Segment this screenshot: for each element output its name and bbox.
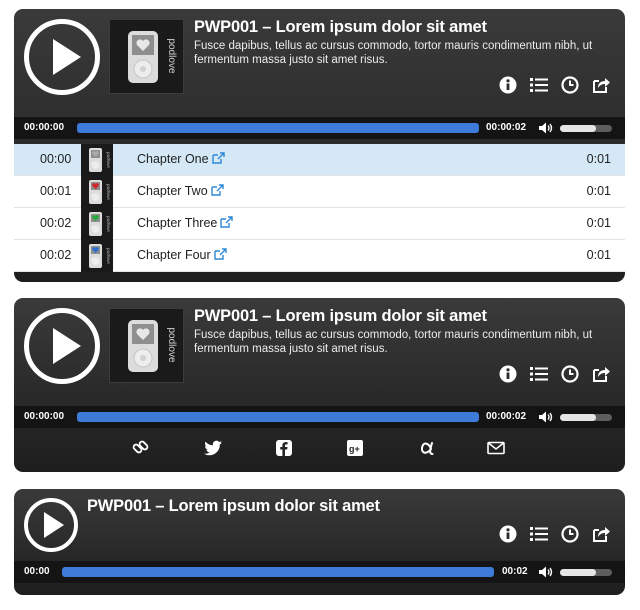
chapters-list-icon[interactable]	[529, 364, 549, 384]
chapter-row[interactable]: 00:02 podlove Chapter Three 0:01	[14, 208, 625, 240]
episode-subtitle: Fusce dapibus, tellus ac cursus commodo,…	[194, 329, 593, 355]
chapter-title-text: Chapter Two	[137, 184, 208, 198]
chapter-duration: 0:01	[586, 184, 611, 198]
chapter-title[interactable]: Chapter Two	[137, 184, 224, 198]
twitter-icon[interactable]	[203, 438, 223, 458]
timebar: 00:00:00 00:00:02	[14, 406, 625, 428]
svg-text:podlove: podlove	[166, 327, 177, 362]
chapters-list-icon[interactable]	[529, 524, 549, 544]
google-plus-icon[interactable]: g+	[345, 438, 365, 458]
clock-icon[interactable]	[560, 75, 580, 95]
volume-icon[interactable]	[538, 121, 554, 135]
chapter-thumbnail: podlove	[81, 208, 113, 240]
info-icon[interactable]	[498, 75, 518, 95]
svg-text:podlove: podlove	[106, 184, 111, 200]
ipod-logo-icon: podlove	[128, 31, 177, 83]
info-icon[interactable]	[498, 364, 518, 384]
chapter-duration: 0:01	[586, 152, 611, 166]
facebook-icon[interactable]	[274, 438, 294, 458]
svg-text:podlove: podlove	[106, 152, 111, 168]
chapter-row[interactable]: 00:02 podlove Chapter Four 0:01	[14, 240, 625, 272]
external-link-icon[interactable]	[220, 216, 234, 228]
progress-bar[interactable]	[62, 567, 494, 577]
link-icon[interactable]	[131, 438, 151, 458]
current-time: 00:00:00	[24, 122, 65, 133]
chapter-title[interactable]: Chapter One	[137, 152, 225, 166]
share-icon[interactable]	[591, 364, 611, 384]
svg-text:g+: g+	[349, 444, 360, 454]
external-link-icon[interactable]	[213, 248, 227, 260]
chapter-row[interactable]: 00:00 podlove Chapter One 0:01	[14, 144, 625, 176]
volume-slider[interactable]	[560, 569, 612, 576]
episode-title: PWP001 – Lorem ipsum dolor sit amet	[194, 18, 487, 36]
play-button[interactable]	[24, 19, 100, 95]
duration-time: 00:00:02	[486, 122, 527, 133]
timebar: 00:00:00 00:00:02	[14, 117, 625, 139]
volume-slider[interactable]	[560, 125, 612, 132]
play-button[interactable]	[24, 498, 78, 552]
play-button[interactable]	[24, 308, 100, 384]
player-toolbar	[498, 524, 611, 544]
podcast-cover-image: podlove	[109, 308, 184, 383]
duration-time: 00:02	[502, 566, 528, 577]
player-toolbar	[498, 75, 611, 95]
progress-bar[interactable]	[77, 123, 479, 133]
podcast-player-with-chapters: podlove PWP001 – Lorem ipsum dolor sit a…	[14, 9, 625, 282]
svg-text:podlove: podlove	[166, 38, 177, 73]
volume-level	[560, 125, 597, 132]
svg-text:podlove: podlove	[106, 248, 111, 264]
progress-bar[interactable]	[77, 412, 479, 422]
volume-icon[interactable]	[538, 565, 554, 579]
external-link-icon[interactable]	[211, 152, 225, 164]
email-icon[interactable]	[486, 438, 506, 458]
play-icon	[53, 328, 81, 364]
app-net-icon[interactable]	[417, 438, 437, 458]
volume-slider[interactable]	[560, 414, 612, 421]
chapter-list: 00:00 podlove Chapter One 0:01 00:01 pod…	[14, 144, 625, 272]
clock-icon[interactable]	[560, 524, 580, 544]
chapter-duration: 0:01	[586, 216, 611, 230]
duration-time: 00:00:02	[486, 411, 527, 422]
podcast-cover-image: podlove	[109, 19, 184, 94]
ipod-logo-icon: podlove	[128, 320, 177, 372]
chapter-thumbnail: podlove	[81, 144, 113, 176]
chapters-list-icon[interactable]	[529, 75, 549, 95]
chapter-title-text: Chapter Three	[137, 216, 218, 230]
volume-level	[560, 414, 597, 421]
current-time: 00:00:00	[24, 411, 65, 422]
chapter-thumbnail: podlove	[81, 176, 113, 208]
play-icon	[44, 512, 64, 538]
chapter-start-time: 00:00	[40, 152, 72, 166]
share-bar: g+	[14, 433, 625, 463]
volume-level	[560, 569, 597, 576]
chapter-start-time: 00:01	[40, 184, 72, 198]
chapter-duration: 0:01	[586, 248, 611, 262]
share-icon[interactable]	[591, 75, 611, 95]
current-time: 00:00	[24, 566, 50, 577]
timebar: 00:00 00:02	[14, 561, 625, 583]
episode-title: PWP001 – Lorem ipsum dolor sit amet	[194, 307, 487, 325]
svg-text:podlove: podlove	[106, 216, 111, 232]
share-icon[interactable]	[591, 524, 611, 544]
chapter-title[interactable]: Chapter Four	[137, 248, 227, 262]
info-icon[interactable]	[498, 524, 518, 544]
chapter-start-time: 00:02	[40, 248, 72, 262]
chapter-thumbnail: podlove	[81, 240, 113, 272]
chapter-title-text: Chapter Four	[137, 248, 211, 262]
chapter-title-text: Chapter One	[137, 152, 209, 166]
chapter-title[interactable]: Chapter Three	[137, 216, 234, 230]
episode-title: PWP001 – Lorem ipsum dolor sit amet	[87, 497, 380, 515]
player-toolbar	[498, 364, 611, 384]
chapter-row[interactable]: 00:01 podlove Chapter Two 0:01	[14, 176, 625, 208]
volume-icon[interactable]	[538, 410, 554, 424]
chapter-start-time: 00:02	[40, 216, 72, 230]
episode-subtitle: Fusce dapibus, tellus ac cursus commodo,…	[194, 40, 593, 66]
clock-icon[interactable]	[560, 364, 580, 384]
podcast-player-with-share: podlove PWP001 – Lorem ipsum dolor sit a…	[14, 298, 625, 472]
external-link-icon[interactable]	[210, 184, 224, 196]
podcast-player-compact: PWP001 – Lorem ipsum dolor sit amet 00:0…	[14, 489, 625, 595]
play-icon	[53, 39, 81, 75]
